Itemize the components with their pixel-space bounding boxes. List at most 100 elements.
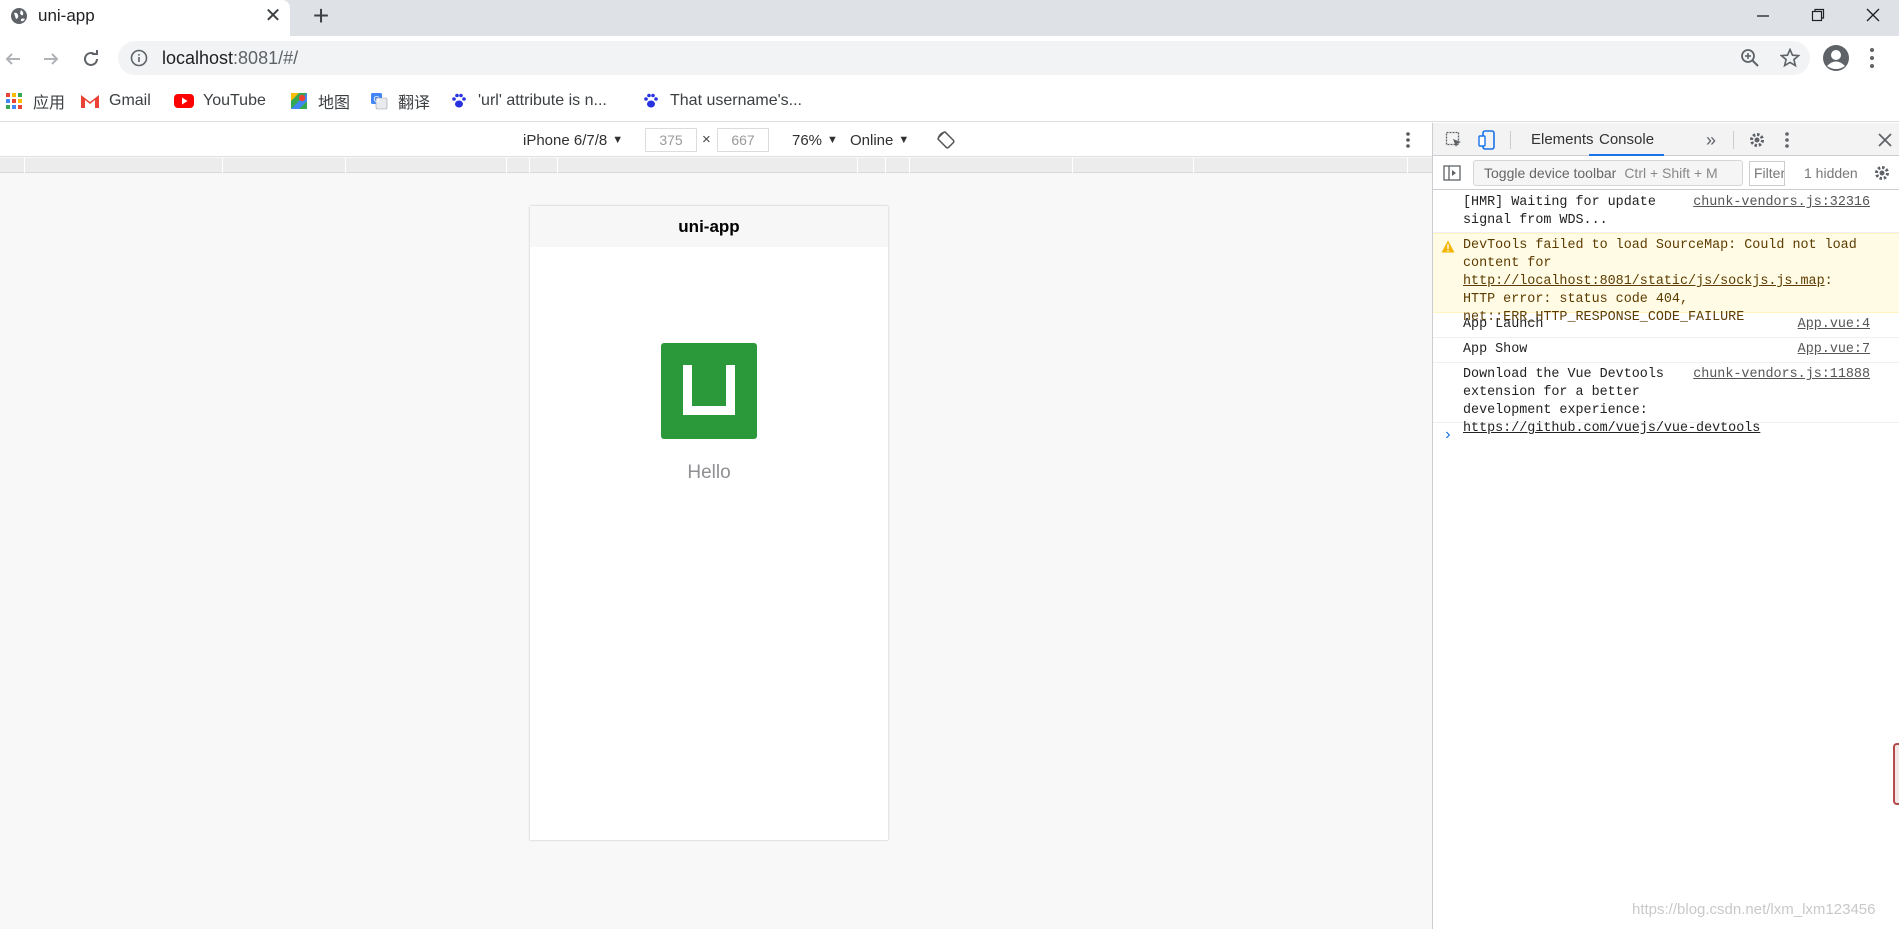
window-close-icon[interactable] xyxy=(1845,0,1899,30)
console-toolbar: Toggle device toolbar Ctrl + Shift + M Fi… xyxy=(1433,157,1899,190)
console-filter-input[interactable]: Filter xyxy=(1749,161,1785,186)
message-source-link[interactable]: chunk-vendors.js:11888 xyxy=(1693,366,1870,384)
address-bar[interactable]: localhost:8081/#/ xyxy=(118,41,1810,75)
apps-grid-icon xyxy=(6,93,22,109)
bookmark-label: Gmail xyxy=(109,92,151,109)
hidden-messages-count[interactable]: 1 hidden xyxy=(1804,165,1858,181)
tooltip-text: Toggle device toolbar xyxy=(1484,165,1617,181)
device-toolbar: iPhone 6/7/8 ▼ 375 × 667 76% ▼ Online ▼ xyxy=(0,123,1432,157)
restore-icon[interactable] xyxy=(1790,0,1846,30)
width-input[interactable]: 375 xyxy=(645,128,697,152)
profile-avatar-icon[interactable] xyxy=(1822,44,1850,72)
paw-icon xyxy=(644,93,658,108)
close-tab-icon[interactable]: ✕ xyxy=(262,5,284,27)
minimize-icon[interactable] xyxy=(1735,0,1791,30)
warning-text: DevTools failed to load SourceMap: Could… xyxy=(1463,238,1857,271)
media-query-ruler[interactable] xyxy=(0,158,1432,173)
bookmark-gmail[interactable]: Gmail xyxy=(80,90,151,112)
device-select[interactable]: iPhone 6/7/8 ▼ xyxy=(523,130,623,150)
settings-gear-icon[interactable] xyxy=(1746,129,1768,151)
bookmark-youtube[interactable]: YouTube xyxy=(174,90,266,112)
bookmark-maps[interactable]: 地图 xyxy=(289,90,350,112)
bookmark-star-icon[interactable] xyxy=(1780,48,1800,68)
phone-screen: uni-app Hello xyxy=(530,206,888,840)
console-message: App.vue:4 App Launch xyxy=(1433,313,1899,338)
hello-text: Hello xyxy=(687,462,731,483)
device-toolbar-toggle-icon[interactable] xyxy=(1476,129,1498,151)
inspect-element-icon[interactable] xyxy=(1443,129,1465,151)
warning-icon xyxy=(1441,240,1455,253)
youtube-icon xyxy=(174,94,194,108)
message-source-link[interactable]: chunk-vendors.js:32316 xyxy=(1693,194,1870,212)
tooltip-shortcut: Ctrl + Shift + M xyxy=(1624,165,1718,181)
bookmark-label: 应用 xyxy=(33,95,66,112)
bookmark-label: 地图 xyxy=(318,95,351,112)
message-source-link[interactable]: App.vue:7 xyxy=(1798,341,1870,359)
bookmark-label: YouTube xyxy=(203,92,266,109)
bookmark-label: That username's... xyxy=(670,92,802,109)
browser-toolbar: localhost:8081/#/ xyxy=(0,36,1899,80)
globe-icon xyxy=(11,8,27,24)
browser-tab[interactable]: uni-app ✕ xyxy=(0,0,290,36)
toggle-device-toolbar-tooltip: Toggle device toolbar Ctrl + Shift + M xyxy=(1473,160,1743,186)
device-viewport: iPhone 6/7/8 ▼ 375 × 667 76% ▼ Online ▼ xyxy=(0,123,1432,929)
translate-icon: G xyxy=(371,93,388,110)
gmail-icon xyxy=(81,95,99,108)
logo-u-shape xyxy=(683,365,735,415)
new-tab-icon[interactable]: + xyxy=(308,2,334,30)
console-warning: DevTools failed to load SourceMap: Could… xyxy=(1433,233,1899,325)
rotate-icon[interactable] xyxy=(936,130,956,150)
console-prompt-row[interactable]: › xyxy=(1433,423,1899,449)
dropdown-arrow-icon: ▼ xyxy=(827,134,838,146)
scroll-handle[interactable] xyxy=(1893,743,1899,805)
reload-icon[interactable] xyxy=(78,46,104,72)
devtools-tabbar: Elements Console » xyxy=(1433,123,1899,156)
watermark: https://blog.csdn.net/lxm_lxm123456 xyxy=(1632,901,1876,918)
url-text[interactable]: localhost:8081/#/ xyxy=(162,48,298,69)
bookmarks-bar: 应用 Gmail YouTube 地图 G 翻译 'url' attribute… xyxy=(0,80,1899,122)
dimension-separator: × xyxy=(702,131,711,148)
svg-text:G: G xyxy=(374,95,380,104)
dropdown-arrow-icon: ▼ xyxy=(612,134,624,146)
back-icon[interactable] xyxy=(0,46,26,72)
zoom-value: 76% xyxy=(792,131,823,149)
console-message: chunk-vendors.js:32316 [HMR] Waiting for… xyxy=(1433,191,1899,233)
sourcemap-link[interactable]: http://localhost:8081/static/js/sockjs.j… xyxy=(1463,274,1825,289)
zoom-select[interactable]: 76% ▼ xyxy=(792,130,838,150)
message-source-link[interactable]: App.vue:4 xyxy=(1798,316,1870,334)
tab-strip: uni-app ✕ + xyxy=(0,0,1899,36)
url-host: localhost xyxy=(162,48,234,68)
paw-icon xyxy=(452,93,466,108)
zoom-icon[interactable] xyxy=(1740,48,1760,68)
forward-icon[interactable] xyxy=(38,46,64,72)
uni-app-logo xyxy=(661,343,757,439)
network-value: Online xyxy=(850,131,894,149)
console-settings-icon[interactable] xyxy=(1871,162,1893,184)
show-sidebar-icon[interactable] xyxy=(1441,162,1463,184)
info-icon[interactable] xyxy=(130,49,148,67)
device-toolbar-menu-icon[interactable] xyxy=(1405,131,1411,149)
more-tabs-icon[interactable]: » xyxy=(1700,129,1722,151)
tab-title: uni-app xyxy=(38,6,95,25)
app-navbar-title: uni-app xyxy=(530,206,888,247)
chrome-menu-icon[interactable] xyxy=(1868,47,1876,69)
url-path: :8081/#/ xyxy=(233,48,299,68)
maps-icon xyxy=(291,93,307,109)
bookmark-label: 'url' attribute is n... xyxy=(478,92,607,109)
network-throttle-select[interactable]: Online ▼ xyxy=(850,130,909,150)
devtools-menu-icon[interactable] xyxy=(1776,129,1798,151)
bookmark-apps[interactable]: 应用 xyxy=(4,90,65,112)
tab-console[interactable]: Console xyxy=(1589,123,1665,156)
tab-elements[interactable]: Elements xyxy=(1531,123,1594,156)
devtools-panel: Elements Console » Toggle device toolbar… xyxy=(1432,123,1899,929)
bookmark-url-attribute[interactable]: 'url' attribute is n... xyxy=(449,90,607,112)
console-message: App.vue:7 App Show xyxy=(1433,338,1899,363)
bookmark-username[interactable]: That username's... xyxy=(641,90,802,112)
device-name: iPhone 6/7/8 xyxy=(523,131,608,149)
bookmark-label: 翻译 xyxy=(398,95,431,112)
bookmark-translate[interactable]: G 翻译 xyxy=(369,90,430,112)
height-input[interactable]: 667 xyxy=(717,128,769,152)
close-devtools-icon[interactable] xyxy=(1874,129,1896,151)
dropdown-arrow-icon: ▼ xyxy=(898,134,910,146)
console-prompt-icon: › xyxy=(1443,426,1453,444)
